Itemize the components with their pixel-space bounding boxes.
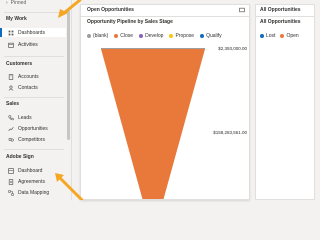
phone-icon (8, 114, 14, 121)
legend-swatch (200, 34, 205, 38)
sidebar: › Pinned My Work Dashboards Activities C… (0, 0, 72, 200)
app-window: › Pinned My Work Dashboards Activities C… (0, 0, 315, 200)
funnel-chart: $2,393,000.00 $158,283,561.00 (101, 46, 247, 200)
dashboard-icon (8, 167, 14, 174)
chart-title: Opportunity Pipeline by Sales Stage (87, 19, 173, 25)
sidebar-scrollbar[interactable] (66, 10, 70, 180)
sidebar-item-label: Dashboards (18, 29, 45, 36)
agreement-icon (8, 178, 14, 185)
divider (81, 16, 249, 17)
divider (4, 56, 64, 57)
all-opportunities-panel: All Opportunities All Opportunities Lost… (255, 4, 315, 200)
sidebar-item-contacts[interactable]: Contacts (0, 83, 66, 92)
legend-item-open[interactable]: Open (280, 33, 299, 39)
legend-swatch (87, 34, 91, 38)
divider (256, 16, 314, 17)
sidebar-item-activities[interactable]: Activities (0, 40, 66, 49)
funnel-segment-blank[interactable] (101, 48, 205, 49)
contact-icon (8, 85, 14, 91)
sidebar-item-label: Leads (18, 114, 32, 121)
legend-swatch (260, 34, 264, 38)
legend-swatch (280, 34, 285, 38)
group-title-customers: Customers (6, 61, 33, 67)
chevron-right-icon[interactable]: › (6, 0, 8, 6)
legend-swatch (114, 34, 119, 38)
sidebar-item-label: Data Mapping (18, 189, 50, 196)
data-mapping-icon (8, 189, 14, 196)
divider (4, 97, 64, 98)
sidebar-item-opportunities[interactable]: Opportunities (0, 124, 66, 133)
divider (4, 12, 64, 13)
sidebar-item-label: Accounts (18, 73, 39, 80)
chart-panel: Open Opportunities Opportunity Pipeline … (80, 4, 250, 200)
legend-swatch (169, 34, 174, 38)
sidebar-item-label: Contacts (18, 84, 38, 91)
data-label-mid: $158,283,561.00 (213, 130, 247, 135)
scrollbar-thumb[interactable] (67, 10, 70, 140)
expand-icon[interactable] (239, 7, 245, 15)
pinned-label: Pinned (10, 0, 27, 6)
group-title-sales: Sales (6, 101, 20, 107)
sidebar-item-dashboard[interactable]: Dashboard (0, 166, 66, 175)
account-icon (8, 73, 14, 80)
dashboard-icon (8, 30, 14, 36)
pinned-group[interactable]: › Pinned (6, 0, 26, 6)
sidebar-item-dashboards[interactable]: Dashboards (0, 28, 66, 37)
panel-title[interactable]: All Opportunities (260, 7, 301, 13)
legend-item-lost[interactable]: Lost (260, 33, 275, 39)
legend-label: Open (286, 33, 299, 39)
panel-title[interactable]: Open Opportunities (87, 7, 134, 13)
divider (4, 149, 64, 150)
legend-swatch (139, 34, 144, 38)
data-label-top: $2,393,000.00 (218, 46, 247, 51)
sidebar-item-agreements[interactable]: Agreements (0, 177, 66, 186)
sidebar-item-competitors[interactable]: Competitors (0, 135, 66, 144)
sidebar-item-data-mapping[interactable]: Data Mapping (0, 188, 66, 197)
activities-icon (8, 42, 14, 48)
legend-label: Lost (266, 33, 276, 39)
sidebar-item-label: Opportunities (18, 125, 48, 132)
sidebar-item-label: Agreements (18, 178, 45, 185)
sidebar-item-label: Competitors (18, 136, 45, 143)
group-title-my-work: My Work (6, 16, 27, 22)
sidebar-item-accounts[interactable]: Accounts (0, 72, 66, 81)
chart-legend: Lost Open (260, 33, 299, 39)
funnel-segment-close[interactable] (101, 49, 205, 200)
opportunity-icon (8, 126, 14, 132)
sidebar-item-label: Activities (18, 41, 38, 48)
competitor-icon (8, 137, 14, 143)
group-title-adobe-sign: Adobe Sign (6, 154, 34, 160)
chart-title: All Opportunities (260, 19, 301, 25)
sidebar-item-leads[interactable]: Leads (0, 113, 66, 122)
sidebar-item-label: Dashboard (18, 167, 43, 174)
